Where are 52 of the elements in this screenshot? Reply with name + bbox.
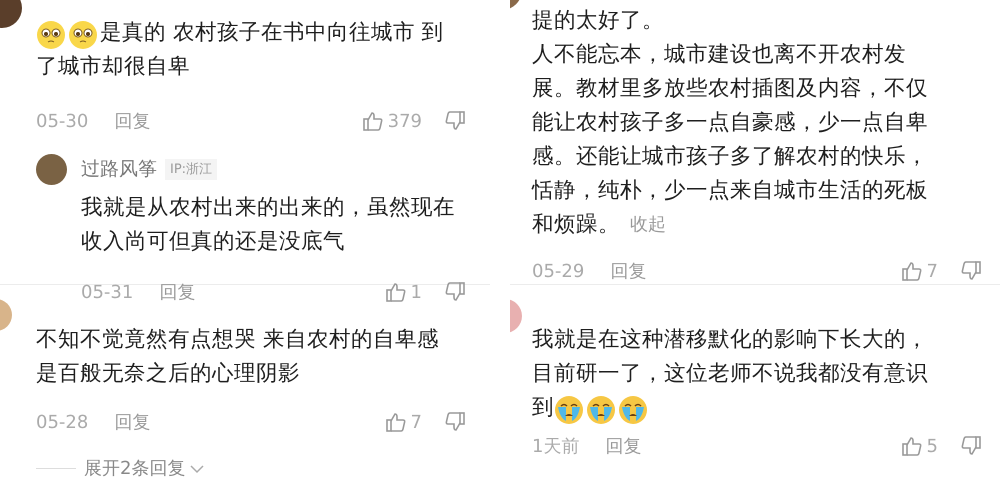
ip-location: IP:浙江 bbox=[165, 158, 218, 180]
like-count: 379 bbox=[388, 110, 422, 134]
expand-replies-link[interactable]: 展开2条回复 bbox=[84, 455, 186, 478]
comment-text: 收入尚可但真的还是没底气 bbox=[81, 228, 345, 256]
crying-face-icon bbox=[586, 393, 616, 423]
thumbs-down-icon[interactable] bbox=[960, 260, 982, 282]
comment-text: 感。还能让城市孩子多了解农村的快乐， bbox=[532, 143, 928, 171]
comment-text: 和烦躁。 bbox=[532, 211, 620, 239]
collapse-link[interactable]: 收起 bbox=[630, 208, 666, 242]
thumbs-up-icon[interactable] bbox=[362, 110, 384, 132]
comment-text: 到 bbox=[532, 394, 554, 422]
like-count: 1 bbox=[410, 280, 422, 304]
thumbs-up-icon[interactable] bbox=[384, 281, 407, 303]
pleading-face-icon bbox=[68, 18, 98, 48]
thumbs-down-icon[interactable] bbox=[444, 110, 466, 132]
thumbs-up-icon[interactable] bbox=[384, 411, 407, 433]
reply-button[interactable]: 回复 bbox=[610, 258, 646, 284]
thumbs-down-icon[interactable] bbox=[960, 435, 982, 457]
comment-text: 目前研一了，这位老师不说我都没有意识 bbox=[532, 360, 928, 388]
thumbs-down-icon[interactable] bbox=[444, 281, 466, 303]
comment-text: 能让农村孩子多一点自豪感，少一点自卑 bbox=[532, 109, 928, 137]
comment-text: 我就是从农村出来的出来的，虽然现在 bbox=[81, 194, 455, 222]
comment-date: 05-28 bbox=[36, 410, 88, 434]
comment-text: 展。教材里多放些农村插图及内容，不仅 bbox=[532, 75, 928, 103]
comment-text: 我就是在这种潜移默化的影响下长大的， bbox=[532, 326, 928, 354]
comment-date: 1天前 bbox=[532, 434, 580, 458]
like-count: 7 bbox=[926, 260, 938, 284]
reply-button[interactable]: 回复 bbox=[114, 108, 150, 134]
reply-button[interactable]: 回复 bbox=[605, 432, 642, 460]
comment-date: 05-31 bbox=[81, 280, 134, 304]
thumbs-up-icon[interactable] bbox=[900, 435, 923, 457]
reply-button[interactable]: 回复 bbox=[114, 408, 150, 436]
thumbs-down-icon[interactable] bbox=[444, 411, 466, 433]
user-name: 过路风筝 bbox=[81, 157, 157, 182]
chevron-down-icon bbox=[189, 464, 206, 474]
crying-face-icon bbox=[618, 393, 648, 423]
thumbs-up-icon[interactable] bbox=[900, 260, 923, 282]
reply-button[interactable]: 回复 bbox=[159, 278, 196, 306]
comment-text: 人不能忘本，城市建设也离不开农村发 bbox=[532, 41, 906, 69]
comment-date: 05-30 bbox=[36, 110, 88, 134]
comment-date: 05-29 bbox=[532, 260, 584, 284]
comment-text: 不知不觉竟然有点想哭 来自农村的自卑感 bbox=[36, 326, 439, 354]
comment-text: 恬静，纯朴，少一点来自城市生活的死板 bbox=[532, 177, 928, 205]
comment-text: 是百般无奈之后的心理阴影 bbox=[36, 360, 300, 388]
like-count: 5 bbox=[926, 434, 938, 458]
pleading-face-icon bbox=[36, 18, 66, 48]
comment-text: 提的太好了。 bbox=[532, 7, 664, 35]
comment-text: 了城市却很自卑 bbox=[36, 53, 190, 81]
like-count: 7 bbox=[410, 410, 422, 434]
comment-text: 是真的 农村孩子在书中向往城市 到 bbox=[100, 19, 444, 47]
reply-avatar bbox=[36, 154, 67, 185]
crying-face-icon bbox=[554, 393, 584, 423]
